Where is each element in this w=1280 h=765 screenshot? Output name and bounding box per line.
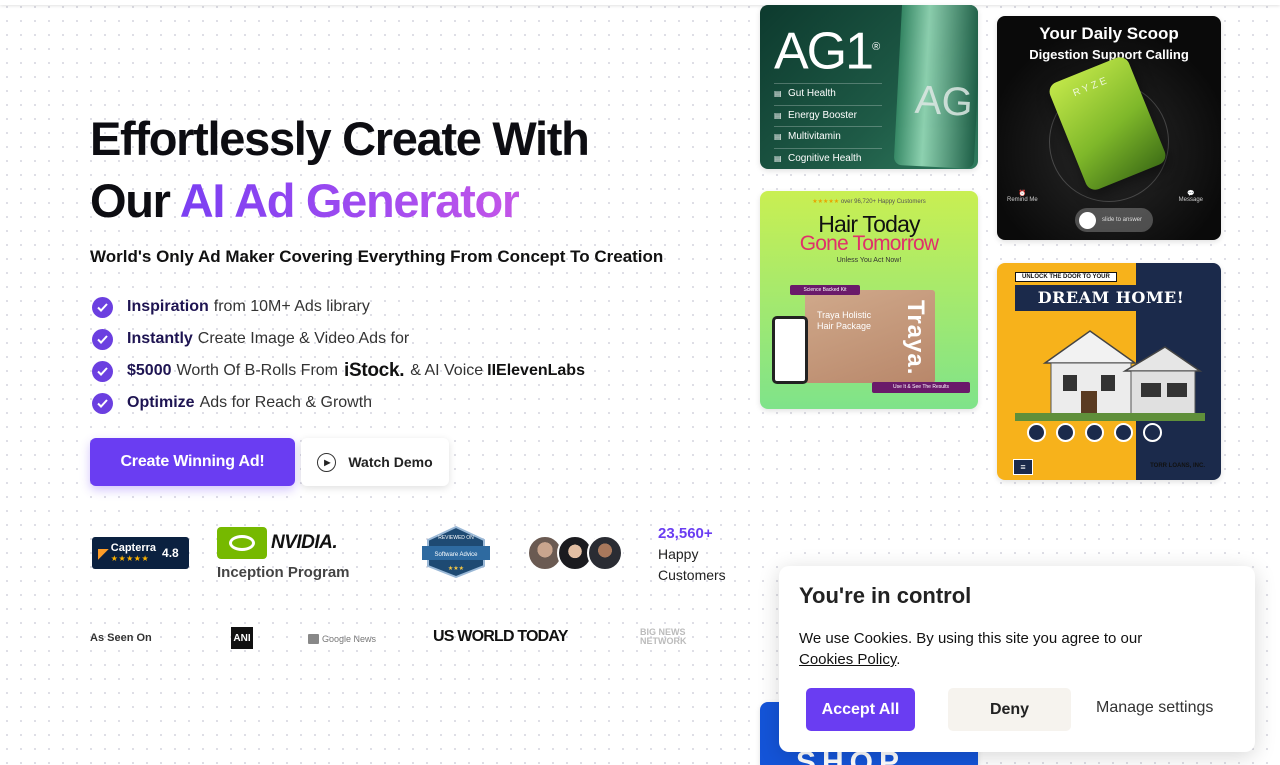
create-winning-ad-button[interactable]: Create Winning Ad! — [90, 438, 295, 486]
dream-unlock-label: UNLOCK THE DOOR TO YOUR — [1015, 272, 1117, 282]
check-icon — [92, 296, 113, 318]
nvidia-wordmark: NVIDIA. — [271, 532, 338, 553]
hair-tag-science: Science Backed Kit — [790, 285, 860, 295]
ag1-benefit: Cognitive Health — [774, 147, 882, 170]
capterra-flag-icon: ◤ — [98, 544, 109, 561]
customers-line1: Happy — [658, 546, 699, 562]
watch-demo-label: Watch Demo — [348, 454, 433, 470]
google-news-logo: Google News — [308, 634, 376, 644]
google-news-text: Google News — [322, 634, 377, 644]
feature-bold: Inspiration — [127, 298, 209, 315]
feature-item: Inspiration from 10M+ Ads library — [92, 291, 585, 323]
google-news-icon — [308, 634, 319, 644]
customers-count: 23,560+ — [658, 525, 713, 542]
feature-text: Ads for Reach & Growth — [199, 394, 373, 411]
sa-stars-icon: ★★★ — [448, 565, 464, 572]
feature-bold: $5000 — [127, 362, 172, 379]
cookies-policy-link[interactable]: Cookies Policy — [799, 651, 896, 668]
scoop-remind-label: ⏰ Remind Me — [1007, 191, 1038, 203]
ad-card-ag1: AG AG1® Gut Health Energy Booster Multiv… — [760, 5, 978, 169]
capterra-stars: ★★★★★ — [110, 554, 150, 563]
feature-text: from 10M+ Ads library — [213, 298, 370, 315]
hero-title-line1: Effortlessly Create With — [90, 112, 590, 165]
scoop-message-label: 💬 Message — [1178, 191, 1203, 203]
phone-mockup — [772, 316, 808, 384]
sa-name-text: Software Advice — [434, 552, 478, 558]
traya-package-image: Traya Holistic Hair Package Traya. — [805, 290, 935, 383]
hair-top-line: ★★★★★ over 96,720+ Happy Customers — [812, 199, 926, 205]
ag1-logo: AG1® — [774, 22, 880, 81]
ag1-benefit: Multivitamin — [774, 126, 882, 148]
ag1-benefit: Gut Health — [774, 83, 882, 105]
capterra-name: Capterra — [110, 542, 157, 554]
sa-top-text: REVIEWED ON — [438, 535, 474, 541]
scoop-slide-to-answer: slide to answer — [1075, 208, 1153, 232]
hero-title: Effortlessly Create With Our AI Ad Gener… — [90, 108, 730, 232]
ad-card-daily-scoop: Your Daily Scoop Digestion Support Calli… — [997, 16, 1221, 240]
as-seen-on-label: As Seen On — [90, 632, 152, 644]
cookie-title: You're in control — [799, 583, 972, 608]
feature-icon — [1114, 423, 1133, 442]
big-news-network-logo: BIG NEWS NETWORK — [640, 627, 687, 646]
feature-icon — [1027, 423, 1046, 442]
check-icon — [92, 360, 113, 382]
equal-housing-icon: ≡ — [1013, 459, 1033, 475]
nvidia-eye-icon — [217, 527, 267, 559]
ag1-benefit: Energy Booster — [774, 104, 882, 127]
feature-bold: Optimize — [127, 394, 195, 411]
play-icon: ▶ — [317, 452, 337, 472]
feature-icon — [1085, 423, 1104, 442]
check-icon — [92, 328, 113, 350]
feature-list: Inspiration from 10M+ Ads library Instan… — [92, 291, 585, 419]
customer-avatars — [527, 535, 623, 571]
watch-demo-button[interactable]: ▶ Watch Demo — [301, 438, 449, 486]
check-icon — [92, 392, 113, 414]
hero-subtitle: World's Only Ad Maker Covering Everythin… — [90, 247, 664, 266]
ad-card-dream-home: UNLOCK THE DOOR TO YOUR DREAM HOME! ≡ TO… — [997, 263, 1221, 480]
accept-all-button[interactable]: Accept All — [806, 688, 915, 731]
feature-item: Instantly Create Image & Video Ads for — [92, 323, 585, 355]
capterra-badge[interactable]: ◤ Capterra ★★★★★ 4.8 — [92, 537, 189, 569]
feature-icon — [1056, 423, 1075, 442]
ag1-benefit-list: Gut Health Energy Booster Multivitamin C… — [774, 83, 882, 169]
capterra-rating: 4.8 — [162, 546, 179, 560]
hair-tag-results: Use It & See The Results — [872, 382, 970, 393]
nvidia-inception-badge: NVIDIA. Inception Program — [217, 527, 357, 581]
ag1-bottle-image: AG — [893, 5, 978, 169]
house-image — [1015, 330, 1205, 421]
cookie-consent-banner: You're in control We use Cookies. By usi… — [779, 566, 1255, 752]
feature-item: Optimize Ads for Reach & Growth — [92, 387, 585, 419]
istock-logo: iStock. — [344, 360, 405, 381]
top-bar — [0, 0, 1280, 5]
ani-logo: ANI — [231, 627, 253, 649]
hero-title-highlight: AI Ad Generator — [179, 174, 520, 227]
elevenlabs-logo: IIElevenLabs — [487, 362, 585, 379]
customers-count-block: 23,560+ Happy Customers — [658, 523, 726, 586]
feature-bold: Instantly — [127, 330, 193, 347]
hero-title-prefix: Our — [90, 174, 180, 227]
hair-headline-2: Gone Tomorrow — [799, 232, 939, 255]
manage-settings-button[interactable]: Manage settings — [1096, 699, 1213, 717]
feature-icon — [1143, 423, 1162, 442]
ad-card-hair-today: ★★★★★ over 96,720+ Happy Customers Hair … — [760, 191, 978, 409]
hair-tagline: Unless You Act Now! — [836, 257, 902, 264]
dream-title: DREAM HOME! — [1015, 285, 1207, 311]
feature-item: $5000 Worth Of B-Rolls From iStock. & AI… — [92, 355, 585, 387]
avatar — [587, 535, 623, 571]
cookie-text: We use Cookies. By using this site you a… — [799, 630, 1143, 668]
nvidia-program-label: Inception Program — [217, 564, 350, 581]
feature-text-2: & AI Voice — [410, 362, 484, 379]
software-advice-badge: REVIEWED ON Software Advice ★★★ — [422, 526, 490, 578]
feature-text: Worth Of B-Rolls From — [176, 362, 339, 379]
phone-icon — [1079, 211, 1096, 229]
customers-line2: Customers — [658, 567, 726, 583]
scoop-title: Your Daily Scoop — [1039, 24, 1179, 43]
deny-button[interactable]: Deny — [948, 688, 1071, 731]
us-world-today-logo: US WORLD TODAY — [433, 628, 568, 645]
dream-company-name: TORR LOANS, INC. — [1150, 463, 1205, 469]
feature-text: Create Image & Video Ads for — [197, 330, 410, 347]
dream-feature-icons — [1027, 423, 1162, 442]
